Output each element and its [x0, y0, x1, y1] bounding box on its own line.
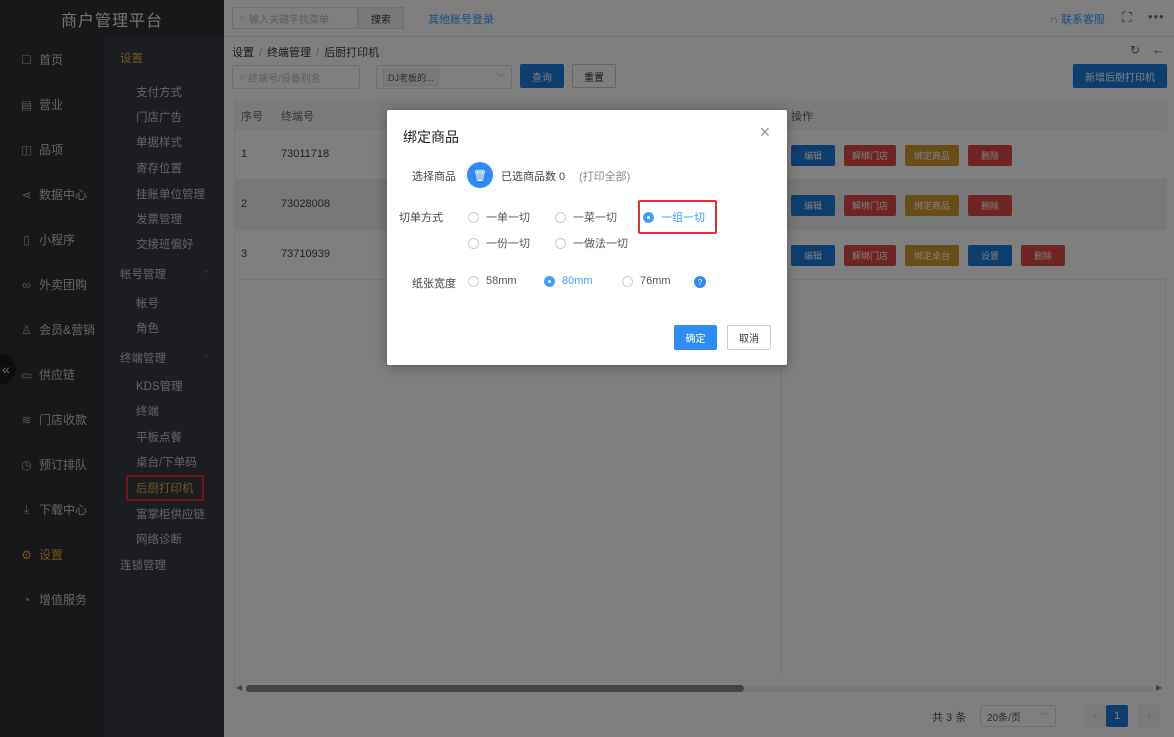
dialog-title: 绑定商品	[403, 129, 459, 145]
radio-label: 80mm	[562, 275, 593, 287]
cancel-button[interactable]: 取消	[727, 325, 771, 350]
confirm-button[interactable]: 确定	[674, 325, 717, 350]
clear-products-button[interactable]: 🗑	[467, 162, 493, 188]
radio-dot[interactable]	[555, 211, 566, 223]
cut-mode-label: 切单方式	[399, 212, 443, 224]
radio-label: 一单一切	[486, 212, 530, 224]
radio-dot[interactable]	[544, 275, 555, 287]
radio-dot[interactable]	[468, 275, 479, 287]
select-products-label: 选择商品	[412, 171, 456, 183]
selected-count: 已选商品数 0	[501, 171, 566, 183]
radio-label: 一菜一切	[573, 212, 617, 224]
paper-width-label: 纸张宽度	[412, 278, 456, 290]
radio-dot[interactable]	[468, 237, 479, 249]
bind-products-dialog: 绑定商品 ✕ 选择商品 🗑 已选商品数 0 (打印全部) 切单方式 一单一切 一…	[387, 110, 787, 365]
radio-label: 76mm	[640, 275, 671, 287]
highlight-annotation	[638, 200, 717, 234]
radio-paper-80[interactable]: 80mm	[544, 275, 593, 287]
radio-paper-76[interactable]: 76mm	[622, 275, 671, 287]
radio-cut-per-method[interactable]: 一做法一切	[555, 235, 628, 251]
trash-icon: 🗑	[473, 169, 487, 182]
close-icon[interactable]: ✕	[759, 124, 771, 141]
radio-label: 58mm	[486, 275, 517, 287]
radio-dot[interactable]	[555, 237, 566, 249]
radio-dot[interactable]	[622, 275, 633, 287]
radio-dot[interactable]	[468, 211, 479, 223]
radio-cut-per-order[interactable]: 一单一切	[468, 209, 530, 225]
radio-label: 一做法一切	[573, 238, 628, 250]
print-all-hint: (打印全部)	[579, 171, 631, 183]
radio-cut-per-portion[interactable]: 一份一切	[468, 235, 530, 251]
radio-label: 一份一切	[486, 238, 530, 250]
radio-cut-per-dish[interactable]: 一菜一切	[555, 209, 617, 225]
radio-paper-58[interactable]: 58mm	[468, 275, 517, 287]
help-icon[interactable]: ?	[694, 276, 706, 288]
